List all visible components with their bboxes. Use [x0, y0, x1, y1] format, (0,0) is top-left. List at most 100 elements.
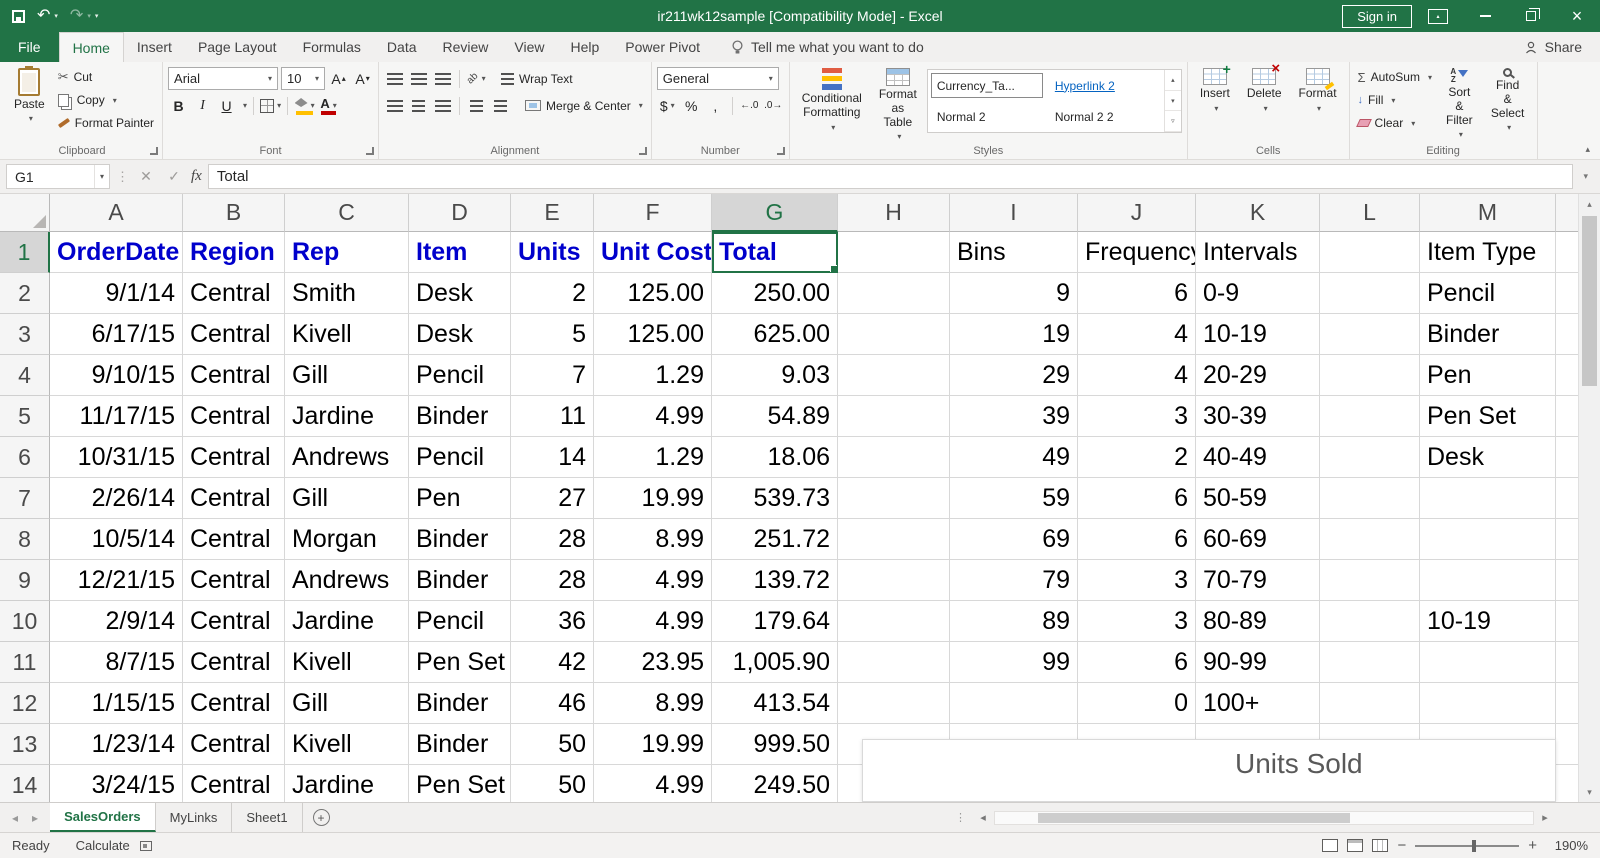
- cell-K1[interactable]: Intervals: [1196, 232, 1320, 273]
- decrease-indent-button[interactable]: [466, 95, 487, 117]
- cell-A14[interactable]: 3/24/15: [50, 765, 183, 802]
- scroll-up-icon[interactable]: ▴: [1579, 194, 1600, 214]
- cell-D3[interactable]: Desk: [409, 314, 511, 355]
- cell-L4[interactable]: [1320, 355, 1420, 396]
- cell-B6[interactable]: Central: [183, 437, 285, 478]
- close-button[interactable]: ×: [1554, 0, 1600, 32]
- comma-style-button[interactable]: ,: [705, 95, 726, 117]
- cell-C13[interactable]: Kivell: [285, 724, 409, 765]
- format-as-table-button[interactable]: Format asTable ▾: [872, 65, 924, 143]
- cell-B14[interactable]: Central: [183, 765, 285, 802]
- cell-K12[interactable]: 100+: [1196, 683, 1320, 724]
- cell-I6[interactable]: 49: [950, 437, 1078, 478]
- cell-L7[interactable]: [1320, 478, 1420, 519]
- copy-button[interactable]: Copy▾: [55, 89, 157, 111]
- cell-B5[interactable]: Central: [183, 396, 285, 437]
- cell-C9[interactable]: Andrews: [285, 560, 409, 601]
- insert-cells-button[interactable]: Insert ▾: [1193, 65, 1237, 115]
- column-header-A[interactable]: A: [50, 194, 183, 232]
- cell-H1[interactable]: [838, 232, 950, 273]
- cell-J9[interactable]: 3: [1078, 560, 1196, 601]
- cell-I10[interactable]: 89: [950, 601, 1078, 642]
- cell-H4[interactable]: [838, 355, 950, 396]
- column-header-L[interactable]: L: [1320, 194, 1420, 232]
- underline-dropdown-icon[interactable]: ▾: [243, 101, 247, 110]
- accounting-format-button[interactable]: $▾: [657, 95, 678, 117]
- cell-F3[interactable]: 125.00: [594, 314, 712, 355]
- paste-button[interactable]: Paste ▾: [7, 65, 52, 123]
- horizontal-scrollbar[interactable]: ⋮ ◂ ▸: [955, 803, 1600, 832]
- cell-A7[interactable]: 2/26/14: [50, 478, 183, 519]
- cell-G13[interactable]: 999.50: [712, 724, 838, 765]
- cell-H3[interactable]: [838, 314, 950, 355]
- number-dialog-launcher[interactable]: [777, 147, 785, 155]
- cell-G6[interactable]: 18.06: [712, 437, 838, 478]
- chart-overlay[interactable]: Units Sold: [862, 739, 1556, 802]
- cell-I3[interactable]: 19: [950, 314, 1078, 355]
- cell-F10[interactable]: 4.99: [594, 601, 712, 642]
- cell-L1[interactable]: [1320, 232, 1420, 273]
- font-dialog-launcher[interactable]: [366, 147, 374, 155]
- row-header-9[interactable]: 9: [0, 560, 50, 601]
- cell-A2[interactable]: 9/1/14: [50, 273, 183, 314]
- bold-button[interactable]: B: [168, 95, 189, 117]
- sheet-tab-mylinks[interactable]: MyLinks: [156, 803, 233, 832]
- cell-B7[interactable]: Central: [183, 478, 285, 519]
- cell-C6[interactable]: Andrews: [285, 437, 409, 478]
- horizontal-scroll-track[interactable]: [994, 811, 1534, 825]
- cell-M5[interactable]: Pen Set: [1420, 396, 1556, 437]
- row-header-11[interactable]: 11: [0, 642, 50, 683]
- row-header-1[interactable]: 1: [0, 232, 50, 273]
- cell-C7[interactable]: Gill: [285, 478, 409, 519]
- row-header-13[interactable]: 13: [0, 724, 50, 765]
- decrease-font-size-button[interactable]: A▾: [352, 68, 373, 90]
- cell-K11[interactable]: 90-99: [1196, 642, 1320, 683]
- cell-K7[interactable]: 50-59: [1196, 478, 1320, 519]
- cell-J6[interactable]: 2: [1078, 437, 1196, 478]
- column-header-I[interactable]: I: [950, 194, 1078, 232]
- cell-B10[interactable]: Central: [183, 601, 285, 642]
- cell-B13[interactable]: Central: [183, 724, 285, 765]
- restore-button[interactable]: [1508, 0, 1554, 32]
- cell-B12[interactable]: Central: [183, 683, 285, 724]
- status-calculate[interactable]: Calculate: [76, 838, 130, 853]
- macro-record-icon[interactable]: [140, 841, 152, 851]
- cell-C8[interactable]: Morgan: [285, 519, 409, 560]
- cell-B11[interactable]: Central: [183, 642, 285, 683]
- orientation-button[interactable]: ab▾: [466, 68, 487, 90]
- cell-F12[interactable]: 8.99: [594, 683, 712, 724]
- cell-K5[interactable]: 30-39: [1196, 396, 1320, 437]
- cell-I4[interactable]: 29: [950, 355, 1078, 396]
- styles-more-icon[interactable]: ▿: [1165, 111, 1181, 132]
- cell-L11[interactable]: [1320, 642, 1420, 683]
- column-header-E[interactable]: E: [511, 194, 594, 232]
- cell-D9[interactable]: Binder: [409, 560, 511, 601]
- conditional-formatting-button[interactable]: ConditionalFormatting ▾: [795, 65, 869, 133]
- cell-J3[interactable]: 4: [1078, 314, 1196, 355]
- new-sheet-button[interactable]: +: [313, 809, 330, 826]
- merge-center-button[interactable]: Merge & Center▾: [522, 95, 646, 117]
- cell-H9[interactable]: [838, 560, 950, 601]
- cell-G7[interactable]: 539.73: [712, 478, 838, 519]
- vertical-scroll-thumb[interactable]: [1582, 216, 1597, 386]
- cell-F8[interactable]: 8.99: [594, 519, 712, 560]
- cell-E6[interactable]: 14: [511, 437, 594, 478]
- borders-button[interactable]: ▾: [260, 95, 281, 117]
- cell-E4[interactable]: 7: [511, 355, 594, 396]
- cell-C5[interactable]: Jardine: [285, 396, 409, 437]
- cell-E3[interactable]: 5: [511, 314, 594, 355]
- cell-D13[interactable]: Binder: [409, 724, 511, 765]
- delete-cells-button[interactable]: Delete ▾: [1240, 65, 1289, 115]
- cell-J4[interactable]: 4: [1078, 355, 1196, 396]
- cell-F9[interactable]: 4.99: [594, 560, 712, 601]
- cell-D10[interactable]: Pencil: [409, 601, 511, 642]
- view-normal-button[interactable]: [1322, 839, 1338, 852]
- number-format-select[interactable]: General▾: [657, 67, 779, 90]
- align-center-button[interactable]: [408, 95, 429, 117]
- cell-B4[interactable]: Central: [183, 355, 285, 396]
- increase-indent-button[interactable]: [490, 95, 511, 117]
- sheet-tab-sheet1[interactable]: Sheet1: [232, 803, 302, 832]
- cell-H8[interactable]: [838, 519, 950, 560]
- ribbon-tab-page-layout[interactable]: Page Layout: [185, 32, 290, 62]
- cell-H2[interactable]: [838, 273, 950, 314]
